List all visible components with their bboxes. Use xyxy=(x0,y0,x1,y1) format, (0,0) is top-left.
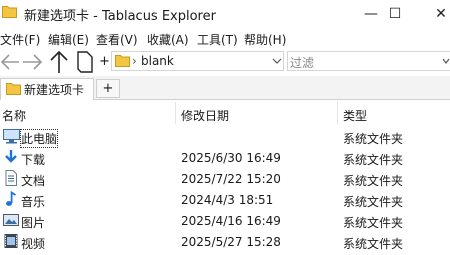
document-icon xyxy=(5,170,17,186)
video-icon xyxy=(4,234,18,248)
column-name[interactable]: 名称 xyxy=(2,107,26,124)
up-arrow-icon[interactable] xyxy=(48,50,70,74)
address-text[interactable]: blank xyxy=(141,54,174,68)
computer-icon xyxy=(3,129,20,144)
item-name: 音乐 xyxy=(21,195,46,209)
add-tab-button[interactable]: + xyxy=(96,79,120,98)
picture-icon xyxy=(3,214,19,226)
file-icon[interactable] xyxy=(76,50,94,74)
download-icon xyxy=(5,150,17,163)
column-modified[interactable]: 修改日期 xyxy=(181,107,229,124)
item-date: 2025/4/16 16:49 xyxy=(181,214,281,228)
column-divider[interactable] xyxy=(175,102,176,124)
menu-favorites[interactable]: 收藏(A) xyxy=(147,31,189,48)
item-type: 系统文件夹 xyxy=(343,216,404,230)
item-date: 2025/5/27 15:28 xyxy=(181,235,281,249)
item-name: 下载 xyxy=(21,153,46,167)
chevron-down-icon[interactable] xyxy=(442,58,450,65)
menu-view[interactable]: 查看(V) xyxy=(96,31,138,48)
column-divider[interactable] xyxy=(337,102,338,124)
folder-icon xyxy=(115,55,130,67)
menu-file[interactable]: 文件(F) xyxy=(0,31,40,48)
folder-icon xyxy=(6,83,21,95)
item-type: 系统文件夹 xyxy=(343,174,404,188)
window-title: 新建选项卡 - Tablacus Explorer xyxy=(24,9,216,24)
forward-arrow-icon[interactable] xyxy=(22,52,44,72)
maximize-button[interactable]: ☐ xyxy=(372,0,418,28)
menu-tools[interactable]: 工具(T) xyxy=(197,31,238,48)
item-name: 视频 xyxy=(21,237,46,251)
folder-icon xyxy=(2,6,17,18)
item-date: 2025/7/22 15:20 xyxy=(181,172,281,186)
tab-label: 新建选项卡 xyxy=(24,83,85,97)
item-name: 图片 xyxy=(21,216,46,230)
music-icon xyxy=(6,191,16,206)
item-date: 2024/4/3 18:51 xyxy=(181,193,274,207)
new-tab-plus-button[interactable]: + xyxy=(99,54,110,69)
item-type: 系统文件夹 xyxy=(343,132,404,146)
address-bar[interactable] xyxy=(111,51,284,71)
chevron-down-icon[interactable] xyxy=(272,58,282,65)
column-type[interactable]: 类型 xyxy=(343,107,367,124)
item-name: 此电脑 xyxy=(19,129,59,148)
menu-edit[interactable]: 编辑(E) xyxy=(48,31,89,48)
item-type: 系统文件夹 xyxy=(343,195,404,209)
back-arrow-icon[interactable] xyxy=(0,52,20,72)
item-type: 系统文件夹 xyxy=(343,153,404,167)
breadcrumb-separator[interactable]: › xyxy=(132,54,137,68)
menu-help[interactable]: 帮助(H) xyxy=(244,31,286,48)
item-type: 系统文件夹 xyxy=(343,237,404,251)
item-date: 2025/6/30 16:49 xyxy=(181,151,281,165)
filter-placeholder: 过滤 xyxy=(290,56,315,70)
close-button[interactable]: ✕ xyxy=(418,0,450,28)
item-name: 文档 xyxy=(21,174,46,188)
